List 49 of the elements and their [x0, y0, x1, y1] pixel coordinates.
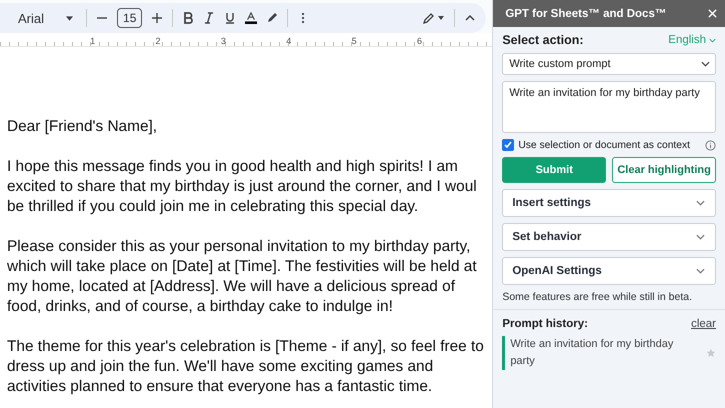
document-text: my home, located at [Address]. We will have a delicious spread of — [7, 277, 456, 297]
document-text: Please consider this as your personal invitation to my birthday party, — [7, 237, 472, 257]
document-text: food, drinks, and of course, a birthday cake to indulge in! — [7, 297, 394, 317]
plus-icon[interactable] — [151, 12, 164, 24]
document-text: activities planned to ensure that everyone has a fantastic time. — [7, 377, 434, 397]
document-text: I hope this message finds you in good health and high spirits! I am — [7, 157, 459, 177]
prompt-field[interactable]: Write an invitation for my birthday party — [502, 81, 716, 133]
text-color-icon[interactable] — [245, 12, 258, 24]
document-text: The theme for this year's celebration is [Theme - if any], so feel free to — [7, 337, 485, 357]
history-item[interactable]: Write an invitation for my birthday party — [510, 336, 680, 370]
context-label: Use selection or document as context — [518, 140, 692, 150]
settings-section[interactable]: Set behavior — [502, 223, 716, 251]
pencil-icon[interactable] — [423, 12, 446, 24]
document-text: excited to share that my birthday is just around the corner, and I woul — [7, 177, 478, 197]
caret-icon — [66, 16, 74, 20]
underline-icon[interactable] — [224, 12, 236, 24]
chevron-icon — [696, 268, 705, 274]
ruler-number: 2 — [156, 36, 161, 46]
document-text: Dear [Friend's Name], — [7, 117, 158, 137]
clear-highlighting-button[interactable]: Clear highlighting — [612, 157, 716, 183]
chevron-icon — [701, 61, 710, 67]
info-icon[interactable] — [705, 140, 716, 150]
document-text: which will take place on [Date] at [Time]. The festivities will be held at — [7, 257, 478, 277]
settings-section[interactable]: OpenAI Settings — [502, 257, 716, 285]
prompt-history-label: Prompt history: — [502, 318, 588, 330]
chevron-icon — [696, 234, 705, 240]
ruler-number: 4 — [286, 36, 292, 46]
settings-section[interactable]: Insert settings — [502, 189, 716, 217]
ruler-number: 3 — [220, 36, 226, 46]
star-icon[interactable] — [706, 348, 716, 358]
chevron-icon — [696, 200, 705, 206]
ruler-number: 6 — [417, 36, 422, 46]
bold-icon[interactable] — [182, 12, 194, 24]
context-checkbox[interactable] — [502, 139, 514, 151]
italic-icon[interactable] — [203, 12, 216, 24]
select-action-label: Select action: — [502, 33, 584, 47]
beta-note: Some features are free while still in beta. — [502, 291, 693, 303]
close-icon[interactable] — [708, 9, 717, 18]
font-dropdown[interactable]: Arial — [8, 10, 78, 26]
clear-link[interactable]: clear — [691, 318, 716, 330]
sidebar-title: GPT for Sheets™ and Docs™ — [505, 8, 666, 20]
document-text: dress up and join the fun. We'll have some exciting games and — [7, 357, 434, 377]
highlighter-icon[interactable] — [266, 12, 278, 24]
action-dropdown[interactable]: Write custom prompt — [502, 53, 716, 75]
chevron-icon — [709, 38, 716, 42]
ruler-number: 1 — [90, 36, 96, 46]
font-size-field[interactable]: 15 — [117, 8, 142, 28]
document-text: be thrilled if you could join me in celebrating this special day. — [7, 197, 420, 217]
ruler-number: 5 — [352, 36, 357, 46]
